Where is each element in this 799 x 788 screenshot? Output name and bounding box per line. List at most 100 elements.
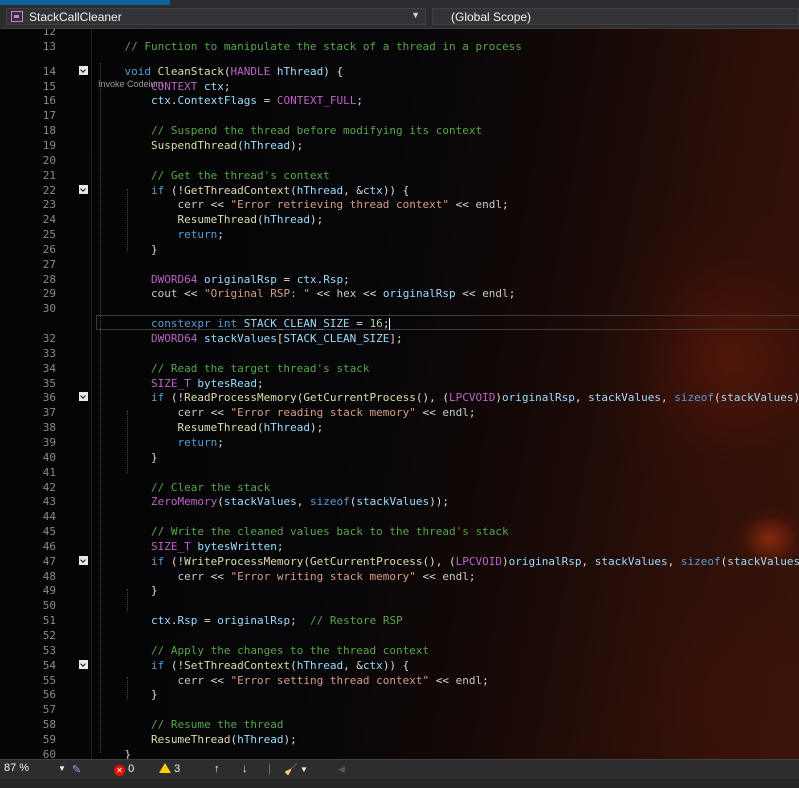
- code-token: ZeroMemory: [150, 495, 218, 509]
- code-line[interactable]: 24 ResumeThread(hThread);: [0, 212, 799, 227]
- chevron-down-icon[interactable]: ▼: [58, 764, 66, 773]
- fold-toggle-icon[interactable]: [79, 392, 88, 402]
- code-line[interactable]: 48 cerr << "Error writing stack memory" …: [0, 569, 799, 584]
- code-line[interactable]: 44: [0, 509, 799, 524]
- code-line[interactable]: 56 }: [0, 687, 799, 702]
- code-line[interactable]: 39 return;: [0, 435, 799, 450]
- code-token: CleanStack: [157, 64, 224, 78]
- code-line[interactable]: 21 // Get the thread's context: [0, 168, 799, 183]
- code-line[interactable]: 46 SIZE_T bytesWritten;: [0, 539, 799, 554]
- code-line[interactable]: 38 ResumeThread(hThread);: [0, 420, 799, 435]
- code-line[interactable]: 49 }: [0, 583, 799, 598]
- code-line[interactable]: 30: [0, 301, 799, 316]
- line-number: 38: [42, 421, 56, 435]
- code-line[interactable]: 40 }: [0, 450, 799, 465]
- code-line[interactable]: 25 return;: [0, 227, 799, 242]
- code-line[interactable]: 28 DWORD64 originalRsp = ctx.Rsp;: [0, 272, 799, 287]
- code-line[interactable]: 29 cout << "Original RSP: " << hex << or…: [0, 286, 799, 301]
- code-line[interactable]: 22 if (!GetThreadContext(hThread, &ctx))…: [0, 183, 799, 198]
- code-text: cerr << "Error writing stack memory" << …: [98, 569, 475, 584]
- error-count: 0: [128, 763, 135, 775]
- code-line[interactable]: 18 // Suspend the thread before modifyin…: [0, 123, 799, 138]
- code-line[interactable]: 41: [0, 465, 799, 480]
- scroll-left-icon[interactable]: ◀: [338, 764, 345, 775]
- code-text: constexpr int STACK_CLEAN_SIZE = 16;: [98, 316, 391, 331]
- code-token: stackValues: [223, 495, 297, 509]
- line-number: 32: [42, 332, 56, 345]
- code-line[interactable]: 59 ResumeThread(hThread);: [0, 732, 799, 747]
- code-line[interactable]: 14 void CleanStack(HANDLE hThread) {: [0, 64, 799, 79]
- code-line[interactable]: 54 if (!SetThreadContext(hThread, &ctx))…: [0, 658, 799, 673]
- code-line[interactable]: 32 DWORD64 stackValues[STACK_CLEAN_SIZE]…: [0, 331, 799, 346]
- code-line[interactable]: 57: [0, 702, 799, 717]
- line-number: 27: [42, 257, 56, 271]
- code-line[interactable]: 17: [0, 108, 799, 123]
- chevron-down-icon[interactable]: ▼: [411, 10, 420, 20]
- code-line[interactable]: 13 // Function to manipulate the stack o…: [0, 39, 799, 54]
- line-number: 44: [42, 510, 56, 524]
- fold-toggle-icon[interactable]: [79, 555, 88, 565]
- brush-icon[interactable]: ✎: [72, 763, 81, 776]
- code-line[interactable]: 58 // Resume the thread: [0, 717, 799, 732]
- zoom-level-dropdown[interactable]: 87 %: [4, 762, 64, 776]
- code-token: LPCVOID: [455, 554, 503, 568]
- code-line[interactable]: 16 ctx.ContextFlags = CONTEXT_FULL;: [0, 93, 799, 108]
- code-line[interactable]: constexpr int STACK_CLEAN_SIZE = 16;: [0, 315, 799, 331]
- code-token: <<: [415, 406, 443, 420]
- code-line[interactable]: 37 cerr << "Error reading stack memory" …: [0, 405, 799, 420]
- code-line[interactable]: 20: [0, 153, 799, 168]
- global-scope-dropdown[interactable]: (Global Scope): [432, 8, 799, 25]
- code-line[interactable]: 47 if (!WriteProcessMemory(GetCurrentPro…: [0, 554, 799, 569]
- line-number: 56: [42, 688, 56, 702]
- warning-count-button[interactable]: 3: [159, 763, 180, 775]
- code-editor[interactable]: Invoke Codeium 12 13 // Function to manip…: [0, 29, 799, 759]
- code-token: // Write the cleaned values back to the …: [150, 525, 509, 539]
- code-token: // Function to manipulate the stack of a…: [124, 39, 522, 53]
- code-token: (: [303, 554, 310, 568]
- line-number: 59: [42, 732, 56, 746]
- code-token: hThread: [263, 421, 310, 435]
- code-line[interactable]: 36 if (!ReadProcessMemory (GetCurrentProc…: [0, 390, 799, 405]
- fold-toggle-icon[interactable]: [79, 65, 88, 75]
- chevron-down-icon[interactable]: ▼: [300, 765, 308, 774]
- code-line[interactable]: 50: [0, 598, 799, 613]
- code-line[interactable]: 12: [0, 29, 799, 39]
- fold-toggle-icon[interactable]: [79, 659, 88, 669]
- error-count-button[interactable]: ✕ 0: [114, 763, 134, 776]
- code-line[interactable]: 53 // Apply the changes to the thread co…: [0, 643, 799, 658]
- arrow-up-icon[interactable]: ↑: [214, 763, 220, 775]
- code-token: GetThreadContext: [184, 183, 291, 197]
- code-line[interactable]: 45 // Write the cleaned values back to t…: [0, 524, 799, 539]
- code-line[interactable]: 60 }: [0, 747, 799, 759]
- code-token: return: [177, 435, 218, 449]
- code-line[interactable]: 34 // Read the target thread's stack: [0, 361, 799, 376]
- code-line[interactable]: 27: [0, 257, 799, 272]
- code-line[interactable]: 33: [0, 346, 799, 361]
- code-line[interactable]: 23 cerr << "Error retrieving thread cont…: [0, 197, 799, 212]
- code-token: }: [150, 584, 158, 598]
- code-token: hThread: [243, 138, 291, 152]
- code-line[interactable]: 42 // Clear the stack: [0, 480, 799, 495]
- fold-toggle-icon[interactable]: [79, 184, 88, 194]
- code-cleanup-broom-icon[interactable]: 🧹: [284, 763, 298, 776]
- arrow-down-icon[interactable]: ↓: [242, 763, 248, 775]
- code-token: ,: [667, 554, 681, 568]
- file-scope-dropdown[interactable]: StackCallCleaner ▼: [6, 8, 426, 25]
- code-line[interactable]: 43 ZeroMemory(stackValues, sizeof(stackV…: [0, 494, 799, 509]
- code-line[interactable]: 26 }: [0, 242, 799, 257]
- code-line[interactable]: 55 cerr << "Error setting thread context…: [0, 673, 799, 688]
- code-token: "Error reading stack memory": [230, 406, 416, 420]
- code-line[interactable]: 19 SuspendThread(hThread);: [0, 138, 799, 153]
- line-number: 17: [42, 109, 56, 123]
- code-line[interactable]: 52: [0, 628, 799, 643]
- code-line[interactable]: 15 CONTEXT ctx;: [0, 79, 799, 94]
- code-line[interactable]: 35 SIZE_T bytesRead;: [0, 376, 799, 391]
- code-line[interactable]: 51 ctx.Rsp = originalRsp; // Restore RSP: [0, 613, 799, 628]
- code-token: <<: [203, 569, 231, 583]
